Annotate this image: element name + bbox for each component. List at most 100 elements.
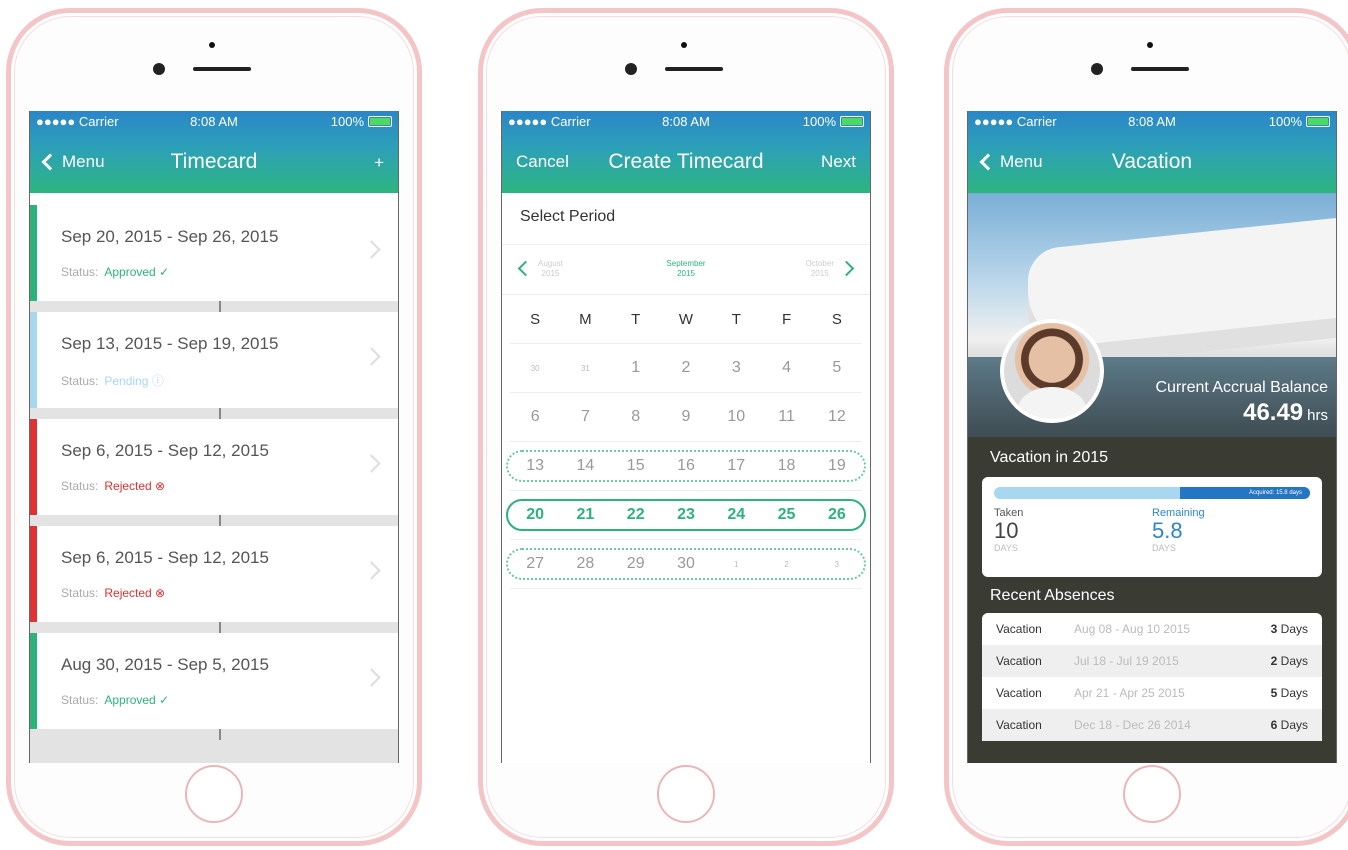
battery-indicator: 100% (1269, 114, 1330, 129)
remaining-stat: Remaining 5.8 DAYS (1152, 507, 1310, 553)
current-month: September 2015 (666, 259, 705, 279)
calendar-day[interactable]: 14 (560, 457, 610, 475)
chevron-right-icon[interactable] (838, 260, 855, 277)
calendar-day[interactable]: 13 (510, 457, 560, 475)
prev-month-year: 2015 (541, 269, 560, 278)
calendar-day[interactable]: 26 (812, 506, 862, 524)
absence-type: Vacation (996, 718, 1042, 732)
back-button[interactable]: Menu (40, 152, 105, 172)
calendar-day[interactable]: 5 (812, 359, 862, 377)
chevron-right-icon (362, 561, 381, 580)
page-title: Timecard (170, 150, 258, 173)
clock-label: 8:08 AM (662, 113, 710, 129)
home-button[interactable] (1123, 765, 1181, 823)
timecard-status: Status: Rejected ⊗ (61, 479, 165, 493)
timecard-list-item[interactable]: Sep 6, 2015 - Sep 12, 2015 Status: Rejecte… (30, 419, 398, 526)
calendar-day[interactable]: 19 (812, 457, 862, 475)
calendar-day[interactable]: 3 (711, 359, 761, 377)
calendar-day[interactable]: 22 (611, 506, 661, 524)
next-month-name: October (805, 259, 834, 268)
next-button[interactable]: Next (821, 152, 856, 172)
weekday-label: T (731, 310, 741, 328)
chevron-left-icon[interactable] (517, 260, 534, 277)
selected-week[interactable]: 20 21 22 23 24 25 26 (506, 491, 866, 540)
calendar-day[interactable]: 31 (560, 364, 610, 373)
calendar-day[interactable]: 20 (510, 506, 560, 524)
select-period-label: Select Period (502, 193, 870, 245)
week-row[interactable]: 30 31 1 2 3 4 5 (510, 344, 862, 393)
calendar-day[interactable]: 30 (510, 364, 560, 373)
speaker-grille (665, 67, 723, 71)
divider (219, 408, 221, 419)
calendar-day[interactable]: 11 (761, 408, 811, 426)
divider (219, 515, 221, 526)
phone-timecard: ●●●●● Carrier 8:08 AM 100% Menu Timecard… (6, 8, 422, 846)
calendar-day[interactable]: 30 (661, 555, 711, 573)
calendar-day[interactable]: 25 (761, 506, 811, 524)
calendar-day[interactable]: 27 (510, 555, 560, 573)
calendar-day[interactable]: 4 (761, 359, 811, 377)
absence-row[interactable]: Vacation Aug 08 - Aug 10 2015 3 Days (982, 613, 1322, 645)
calendar-day[interactable]: 28 (560, 555, 610, 573)
timecard-status: Status: Approved ✓ (61, 693, 169, 707)
battery-icon (1306, 115, 1330, 127)
home-button[interactable] (185, 765, 243, 823)
week-row[interactable]: 13 14 15 16 17 18 19 (506, 442, 866, 491)
timecard-list-item[interactable]: Sep 20, 2015 - Sep 26, 2015 Status: Approv… (30, 205, 398, 312)
battery-icon (368, 115, 392, 127)
week-row[interactable]: 27 28 29 30 1 2 3 (506, 540, 866, 589)
calendar-day[interactable]: 2 (761, 560, 811, 569)
calendar-day[interactable]: 18 (761, 457, 811, 475)
prev-month[interactable]: August 2015 (538, 259, 563, 279)
calendar-day[interactable]: 10 (711, 408, 761, 426)
add-timecard-button[interactable]: + (374, 154, 384, 171)
vacation-progress-bar: Acquired: 15.8 days (994, 487, 1310, 499)
status-label: Status: (61, 265, 99, 279)
status-bar: ●●●●● Carrier 8:08 AM 100% (502, 111, 870, 131)
calendar-day[interactable]: 17 (711, 457, 761, 475)
calendar-day[interactable]: 21 (560, 506, 610, 524)
calendar-day[interactable]: 23 (661, 506, 711, 524)
absence-days-count: 5 (1270, 686, 1278, 700)
timecard-list-item[interactable]: Sep 13, 2015 - Sep 19, 2015 Status: Pendin… (30, 312, 398, 419)
calendar-day[interactable]: 3 (812, 560, 862, 569)
status-value: Approved ✓ (104, 693, 170, 707)
absence-row[interactable]: Vacation Apr 21 - Apr 25 2015 5 Days (982, 677, 1322, 709)
week-row[interactable]: 6 7 8 9 10 11 12 (510, 393, 862, 442)
calendar-day[interactable]: 12 (812, 408, 862, 426)
status-label: Status: (61, 693, 99, 707)
battery-percent: 100% (1268, 113, 1302, 129)
calendar-day[interactable]: 6 (510, 408, 560, 426)
front-camera (153, 63, 165, 75)
absence-days-count: 6 (1270, 718, 1278, 732)
calendar-day[interactable]: 24 (711, 506, 761, 524)
timecard-list-item[interactable]: Aug 30, 2015 - Sep 5, 2015 Status: Approve… (30, 633, 398, 740)
calendar-day[interactable]: 7 (560, 408, 610, 426)
next-month[interactable]: October 2015 (806, 259, 834, 279)
phone-create-timecard: ●●●●● Carrier 8:08 AM 100% Cancel Create… (478, 8, 894, 846)
calendar-day[interactable]: 1 (711, 560, 761, 569)
calendar-day[interactable]: 9 (661, 408, 711, 426)
taken-unit: DAYS (994, 543, 1018, 553)
accrual-unit: hrs (1307, 407, 1328, 424)
calendar-day[interactable]: 1 (611, 359, 661, 377)
absence-row[interactable]: Vacation Jul 18 - Jul 19 2015 2 Days (982, 645, 1322, 677)
calendar-day[interactable]: 15 (611, 457, 661, 475)
calendar-day[interactable]: 2 (661, 359, 711, 377)
status-bar: ●●●●● Carrier 8:08 AM 100% (30, 111, 398, 131)
back-label: Menu (62, 152, 105, 171)
absence-days-count: 2 (1270, 654, 1278, 668)
timecard-list-item[interactable]: Sep 6, 2015 - Sep 12, 2015 Status: Rejecte… (30, 526, 398, 633)
cancel-button[interactable]: Cancel (516, 152, 569, 172)
calendar-day[interactable]: 16 (661, 457, 711, 475)
timecard-status: Status: Approved ✓ (61, 265, 169, 279)
home-button[interactable] (657, 765, 715, 823)
battery-indicator: 100% (331, 114, 392, 129)
calendar-day[interactable]: 8 (611, 408, 661, 426)
back-button[interactable]: Menu (978, 152, 1043, 172)
vacation-summary-card: Acquired: 15.8 days Taken 10 DAYS Remain… (982, 477, 1322, 577)
absence-row[interactable]: Vacation Dec 18 - Dec 26 2014 6 Days (982, 709, 1322, 741)
weekday-label: F (781, 310, 792, 328)
calendar-day[interactable]: 29 (611, 555, 661, 573)
timecard-dates: Sep 13, 2015 - Sep 19, 2015 (61, 334, 279, 353)
